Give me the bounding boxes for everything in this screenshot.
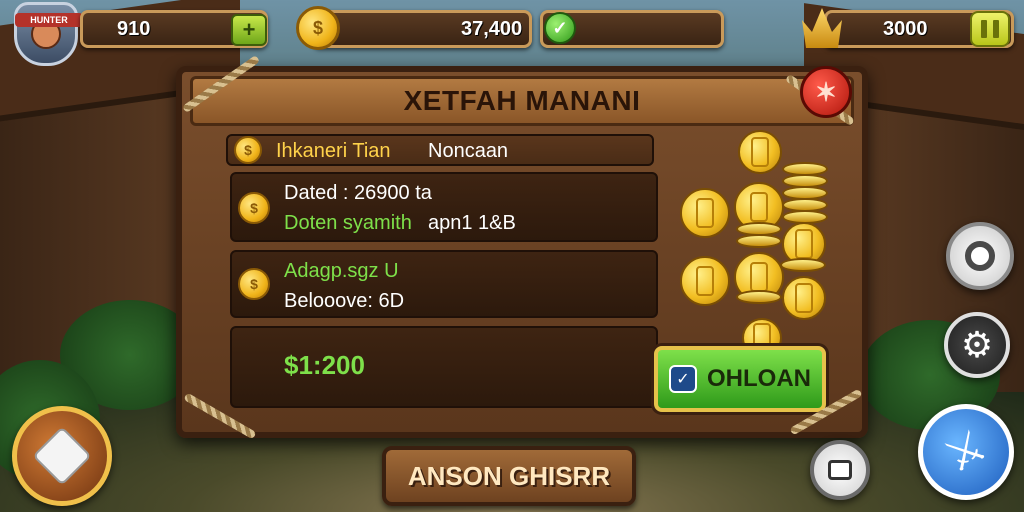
player-avatar[interactable]: HUNTER: [14, 2, 83, 66]
map-button[interactable]: [12, 406, 112, 506]
row1-line2-green: Doten syamith: [284, 212, 412, 234]
camera-button[interactable]: [810, 440, 870, 500]
pause-icon: [981, 20, 987, 38]
row3-amount: $1:200: [284, 350, 365, 380]
gold-value: 37,400: [461, 17, 523, 40]
level-bar: 910 +: [80, 10, 268, 48]
settings-button[interactable]: ⚙: [944, 312, 1010, 378]
player-tag: HUNTER: [15, 13, 83, 27]
coin-icon: [738, 130, 782, 174]
action-button-label: ANSON GHISRR: [407, 460, 611, 491]
sword-icon: ⚔: [936, 420, 996, 483]
map-icon: [32, 426, 92, 486]
info-label-gold: Ihkaneri Tian: [276, 140, 391, 162]
close-button[interactable]: ✶: [800, 66, 852, 118]
coin-icon: [780, 258, 826, 272]
gold-bar: 37,400: [312, 10, 532, 48]
exchange-panel: XETFAH MANANI $ Ihkaneri Tian Noncaan $ …: [176, 66, 868, 438]
confirm-label: OHLOAN: [707, 365, 811, 392]
list-item[interactable]: $ Adagp.sgz U Belooove: 6D: [230, 250, 658, 318]
info-label-white: Noncaan: [428, 140, 509, 162]
attack-button[interactable]: ⚔: [918, 404, 1014, 500]
panel-header: XETFAH MANANI: [190, 76, 854, 126]
coin-icon: $: [296, 6, 340, 50]
row2-line2: Belooove: 6D: [284, 290, 405, 312]
compass-icon: [965, 241, 995, 271]
panel-title: XETFAH MANANI: [403, 85, 641, 116]
coin-icon: [680, 256, 730, 306]
coin-icon: $: [238, 192, 270, 224]
coin-icon: $: [234, 136, 262, 164]
coin-icon: $: [238, 268, 270, 300]
level-value: 910: [117, 17, 151, 40]
close-icon: ✶: [815, 76, 837, 107]
row1-line2-white: apn1 1&B: [428, 212, 516, 234]
shield-check-icon: ✓: [669, 365, 697, 393]
gear-icon: ⚙: [960, 324, 994, 365]
compass-button[interactable]: [946, 222, 1014, 290]
check-icon[interactable]: ✓: [544, 12, 576, 44]
coin-icon: [680, 188, 730, 238]
crown-value: 3000: [883, 17, 928, 40]
action-button[interactable]: ANSON GHISRR: [382, 446, 636, 506]
camera-icon: [828, 460, 852, 480]
panel-info-row: $ Ihkaneri Tian Noncaan: [226, 134, 654, 166]
confirm-button[interactable]: ✓ OHLOAN: [654, 346, 826, 412]
coin-icon: [782, 276, 826, 320]
list-item[interactable]: $1:200: [230, 326, 658, 408]
plus-icon[interactable]: +: [231, 14, 267, 46]
coin-icon: [736, 234, 782, 248]
pause-icon: [993, 20, 999, 38]
row2-line1: Adagp.sgz U: [284, 260, 399, 282]
coin-icon: [736, 290, 782, 304]
row1-line1: Dated : 26900 ta: [284, 182, 432, 204]
list-item[interactable]: $ Dated : 26900 ta Doten syamith apn1 1&…: [230, 172, 658, 242]
pause-button[interactable]: [970, 11, 1010, 47]
